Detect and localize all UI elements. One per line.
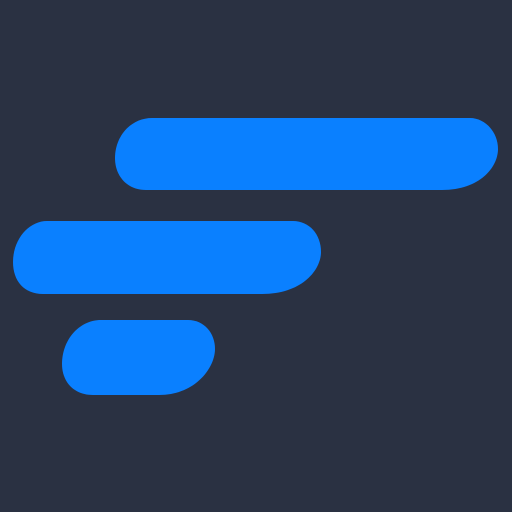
logo-bar-top xyxy=(115,118,498,190)
logo-bar-bottom xyxy=(62,320,215,395)
logo-bar-middle xyxy=(13,221,321,294)
logo-canvas xyxy=(0,0,512,512)
logo-icon xyxy=(0,0,512,512)
